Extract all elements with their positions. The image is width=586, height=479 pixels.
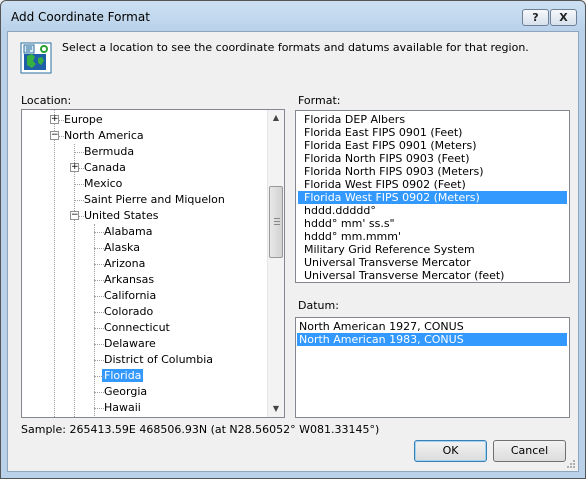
tree-item-label: Georgia xyxy=(104,385,148,398)
datum-item[interactable]: North American 1927, CONUS xyxy=(297,320,567,333)
tree-item-label: Europe xyxy=(64,113,103,126)
format-item[interactable]: Military Grid Reference System xyxy=(298,243,567,256)
help-button[interactable]: ? xyxy=(522,9,549,26)
tree-item[interactable]: Florida xyxy=(102,368,144,384)
ok-button[interactable]: OK xyxy=(414,440,487,462)
tree-item[interactable]: Delaware xyxy=(102,336,158,352)
tree-item-label: Saint Pierre and Miquelon xyxy=(84,193,225,206)
location-label: Location: xyxy=(21,94,72,107)
tree-item-label: Bermuda xyxy=(84,145,135,158)
format-list[interactable]: Florida DEP Albers Florida East FIPS 0901… xyxy=(295,110,570,283)
window-title: Add Coordinate Format xyxy=(11,10,150,24)
tree-item[interactable]: Alaska xyxy=(102,240,142,256)
globe-app-icon xyxy=(20,42,52,74)
tree-item-label: Arkansas xyxy=(104,273,155,286)
intro-text: Select a location to see the coordinate … xyxy=(62,41,529,54)
datum-label: Datum: xyxy=(298,299,339,312)
tree-item[interactable]: Bermuda xyxy=(82,144,136,160)
close-button[interactable]: X xyxy=(550,9,577,26)
format-item[interactable]: Florida North FIPS 0903 (Feet) xyxy=(298,152,567,165)
format-item[interactable]: hddd.ddddd° xyxy=(298,204,567,217)
format-item[interactable]: Florida East FIPS 0901 (Feet) xyxy=(298,126,567,139)
tree-item[interactable]: California xyxy=(102,288,158,304)
scroll-thumb[interactable] xyxy=(269,186,283,258)
tree-item-label: Hawaii xyxy=(104,401,141,414)
tree-item[interactable]: Saint Pierre and Miquelon xyxy=(82,192,227,208)
tree-item[interactable]: Alabama xyxy=(102,224,155,240)
tree-item[interactable]: District of Columbia xyxy=(102,352,215,368)
collapse-minus-icon[interactable]: − xyxy=(50,131,59,140)
tree-item-label: Colorado xyxy=(104,305,154,318)
format-item[interactable]: Florida East FIPS 0901 (Meters) xyxy=(298,139,567,152)
dialog-window: Add Coordinate Format ? X Select a locat… xyxy=(0,0,586,479)
cancel-button[interactable]: Cancel xyxy=(493,440,566,462)
tree-item-label: North America xyxy=(64,129,144,142)
tree-item[interactable]: Connecticut xyxy=(102,320,172,336)
format-item[interactable]: Universal Transverse Mercator xyxy=(298,256,567,269)
tree-item-label: California xyxy=(104,289,157,302)
format-item[interactable]: Florida West FIPS 0902 (Meters) xyxy=(298,191,567,204)
dialog-body: Select a location to see the coordinate … xyxy=(7,31,579,472)
resize-grip-icon[interactable] xyxy=(566,459,576,469)
tree-item[interactable]: Colorado xyxy=(102,304,155,320)
tree-item-label: Delaware xyxy=(104,337,156,350)
tree-item-label: Arizona xyxy=(104,257,146,270)
format-label: Format: xyxy=(298,94,341,107)
format-item[interactable]: hddd° mm.mmm' xyxy=(298,230,567,243)
datum-list[interactable]: North American 1927, CONUS North American… xyxy=(295,317,570,418)
tree-scrollbar[interactable]: ▲ ▼ xyxy=(267,110,284,417)
expand-plus-icon[interactable]: + xyxy=(50,115,59,124)
tree-item[interactable]: Canada xyxy=(82,160,128,176)
tree-item-label: Canada xyxy=(84,161,126,174)
format-item[interactable]: Universal Transverse Mercator (feet) xyxy=(298,269,567,282)
tree-item-label: United States xyxy=(84,209,159,222)
scroll-down-icon[interactable]: ▼ xyxy=(268,401,284,417)
tree-item-label: Alabama xyxy=(104,225,153,238)
tree-item-label: Alaska xyxy=(104,241,140,254)
tree-item-label: Florida xyxy=(102,369,144,382)
collapse-minus-icon[interactable]: − xyxy=(70,211,79,220)
tree-item[interactable]: Mexico xyxy=(82,176,124,192)
format-item[interactable]: Florida DEP Albers xyxy=(298,113,567,126)
expand-plus-icon[interactable]: + xyxy=(70,163,79,172)
tree-item-label: Connecticut xyxy=(104,321,170,334)
datum-item[interactable]: North American 1983, CONUS xyxy=(297,333,567,346)
title-bar[interactable]: Add Coordinate Format ? X xyxy=(1,1,585,31)
tree-item[interactable]: Georgia xyxy=(102,384,149,400)
scroll-up-icon[interactable]: ▲ xyxy=(268,110,284,126)
tree-item[interactable]: North America xyxy=(62,128,146,144)
location-tree[interactable]: ▲ ▼ Europe + North America − Bermuda Canada + M… xyxy=(21,109,285,418)
sample-text: Sample: 265413.59E 468506.93N (at N28.56… xyxy=(21,423,380,436)
tree-item[interactable]: Hawaii xyxy=(102,400,143,416)
tree-item-label: District of Columbia xyxy=(104,353,214,366)
tree-item-label: Mexico xyxy=(84,177,123,190)
tree-item[interactable]: Europe xyxy=(62,112,105,128)
format-item[interactable]: Florida North FIPS 0903 (Meters) xyxy=(298,165,567,178)
tree-item[interactable]: United States xyxy=(82,208,161,224)
format-item[interactable]: hddd° mm' ss.s" xyxy=(298,217,567,230)
tree-item[interactable]: Arkansas xyxy=(102,272,156,288)
tree-item[interactable]: Arizona xyxy=(102,256,147,272)
format-item[interactable]: Florida West FIPS 0902 (Feet) xyxy=(298,178,567,191)
